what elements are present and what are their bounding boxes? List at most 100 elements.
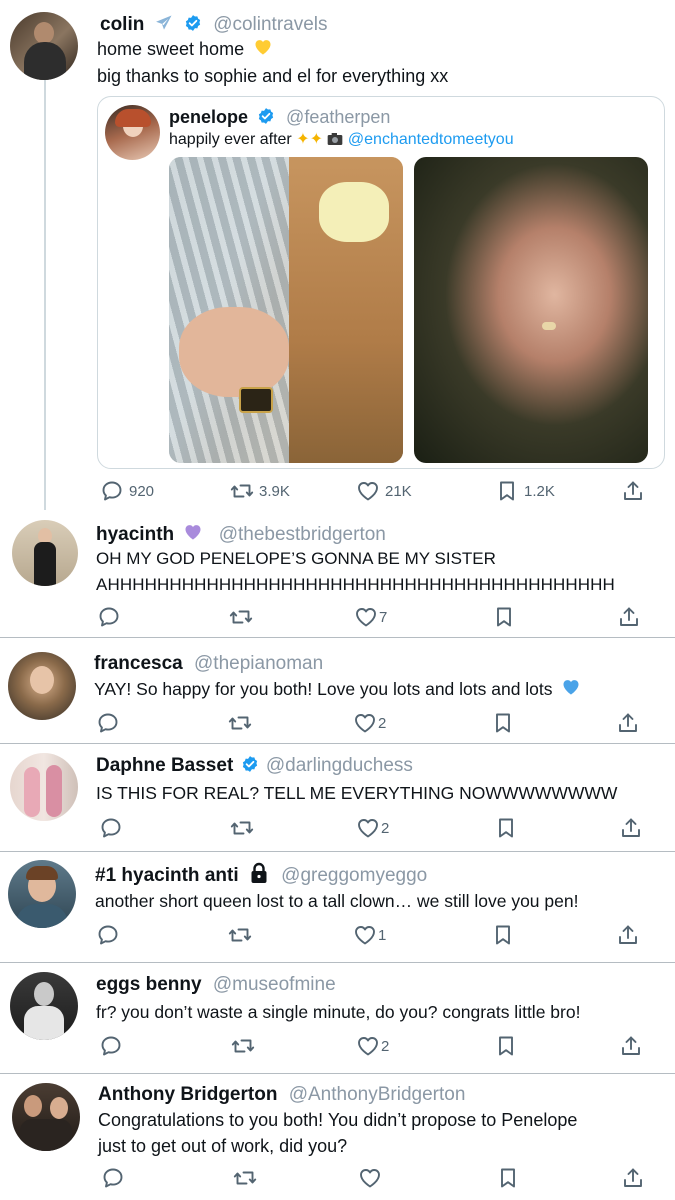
avatar[interactable] <box>12 1083 80 1151</box>
verified-badge-icon <box>184 14 202 32</box>
like-button[interactable] <box>358 1166 387 1190</box>
repost-button[interactable] <box>228 923 252 947</box>
post-text: home sweet home <box>97 39 245 59</box>
reply-button[interactable] <box>96 711 120 735</box>
handle[interactable]: @museofmine <box>213 974 336 995</box>
mention-link[interactable]: @enchantedtomeetyou <box>348 131 514 148</box>
wristwatch <box>239 387 273 413</box>
share-button[interactable] <box>621 479 645 503</box>
handle[interactable]: @thepianoman <box>194 653 323 674</box>
display-name[interactable]: Anthony Bridgerton <box>98 1084 277 1105</box>
reply-author[interactable]: Daphne Basset @darlingduchess <box>96 755 413 777</box>
divider <box>0 962 675 963</box>
bookmark-button[interactable]: 1.2K <box>495 479 555 503</box>
reply-button[interactable] <box>99 816 123 840</box>
avatar[interactable] <box>8 652 76 720</box>
avatar[interactable] <box>8 860 76 928</box>
share-button[interactable] <box>619 1034 643 1058</box>
bookmark-icon <box>494 816 518 840</box>
post-actions: 920 3.9K 21K 1.2K <box>0 479 675 505</box>
repost-button[interactable] <box>230 816 254 840</box>
like-button[interactable]: 7 <box>354 605 387 629</box>
like-button[interactable]: 21K <box>356 479 412 503</box>
bookmark-button[interactable] <box>491 711 515 735</box>
like-button[interactable]: 2 <box>356 1034 389 1058</box>
bookmark-button[interactable] <box>496 1166 520 1190</box>
reply-author[interactable]: hyacinth @thebestbridgerton <box>96 522 386 548</box>
display-name[interactable]: eggs benny <box>96 974 202 995</box>
reply-text-line1: OH MY GOD PENELOPE’S GONNA BE MY SISTER <box>96 549 496 568</box>
reply-text-line2: just to get out of work, did you? <box>98 1136 348 1156</box>
like-count: 7 <box>379 608 388 626</box>
repost-button[interactable] <box>233 1166 257 1190</box>
like-icon <box>353 923 377 947</box>
reply-author[interactable]: francesca @thepianoman <box>94 653 323 675</box>
avatar[interactable] <box>12 520 78 586</box>
like-button[interactable]: 2 <box>353 711 386 735</box>
share-button[interactable] <box>619 816 643 840</box>
repost-icon <box>233 1166 257 1190</box>
like-button[interactable]: 1 <box>353 923 386 947</box>
handle[interactable]: @greggomyeggo <box>281 865 427 886</box>
display-name[interactable]: colin <box>100 14 144 35</box>
like-icon <box>353 711 377 735</box>
bookmark-button[interactable] <box>492 605 516 629</box>
like-count: 1 <box>378 926 387 944</box>
avatar[interactable] <box>10 12 78 80</box>
repost-button[interactable] <box>231 1034 255 1058</box>
handle[interactable]: @AnthonyBridgerton <box>289 1084 466 1105</box>
reply-button[interactable] <box>97 605 121 629</box>
reply-text: another short queen lost to a tall clown… <box>95 891 579 911</box>
quoted-text: happily ever after ✦✦ @enchantedtomeetyo… <box>169 129 514 151</box>
reply-button[interactable]: 920 <box>100 479 154 503</box>
reply-icon <box>97 605 121 629</box>
repost-icon <box>228 711 252 735</box>
bookmark-button[interactable] <box>494 1034 518 1058</box>
display-name[interactable]: francesca <box>94 653 183 674</box>
repost-button[interactable]: 3.9K <box>230 479 290 503</box>
couple-embrace-photo[interactable] <box>169 157 403 463</box>
repost-button[interactable] <box>228 711 252 735</box>
reply-button[interactable] <box>96 923 120 947</box>
reply-actions: 2 <box>0 711 675 737</box>
display-name[interactable]: hyacinth <box>96 524 174 545</box>
reply-button[interactable] <box>99 1034 123 1058</box>
handle[interactable]: @thebestbridgerton <box>219 524 386 545</box>
display-name[interactable]: Daphne Basset <box>96 755 233 776</box>
quoted-author[interactable]: penelope @featherpen <box>169 107 390 128</box>
handle[interactable]: @colintravels <box>213 14 327 35</box>
bookmark-button[interactable] <box>491 923 515 947</box>
handle[interactable]: @featherpen <box>286 107 390 127</box>
reply-author[interactable]: #1 hyacinth anti @greggomyeggo <box>95 862 427 890</box>
verified-badge-icon <box>241 755 259 773</box>
quoted-post[interactable]: penelope @featherpen happily ever after … <box>97 96 665 469</box>
ring-hand-photo[interactable] <box>414 157 648 463</box>
bookmark-button[interactable] <box>494 816 518 840</box>
handle[interactable]: @darlingduchess <box>266 755 413 776</box>
like-icon <box>354 605 378 629</box>
avatar-face <box>34 982 54 1006</box>
repost-icon <box>230 816 254 840</box>
like-icon <box>356 816 380 840</box>
share-button[interactable] <box>621 1166 645 1190</box>
bookmark-icon <box>492 605 516 629</box>
share-button[interactable] <box>617 605 641 629</box>
display-name[interactable]: #1 hyacinth anti <box>95 865 239 886</box>
quoted-avatar[interactable] <box>105 105 160 160</box>
reply-icon <box>96 923 120 947</box>
repost-button[interactable] <box>229 605 253 629</box>
reply-author[interactable]: eggs benny @museofmine <box>96 974 336 996</box>
reply-button[interactable] <box>101 1166 125 1190</box>
share-button[interactable] <box>616 923 640 947</box>
reply-author[interactable]: Anthony Bridgerton @AnthonyBridgerton <box>98 1084 465 1106</box>
avatar[interactable] <box>10 753 78 821</box>
bookmark-icon <box>491 923 515 947</box>
like-button[interactable]: 2 <box>356 816 389 840</box>
repost-icon <box>231 1034 255 1058</box>
share-icon <box>616 711 640 735</box>
share-button[interactable] <box>616 711 640 735</box>
display-name[interactable]: penelope <box>169 107 248 127</box>
lock-icon <box>250 862 268 890</box>
avatar[interactable] <box>10 972 78 1040</box>
camera-emoji <box>327 132 343 151</box>
